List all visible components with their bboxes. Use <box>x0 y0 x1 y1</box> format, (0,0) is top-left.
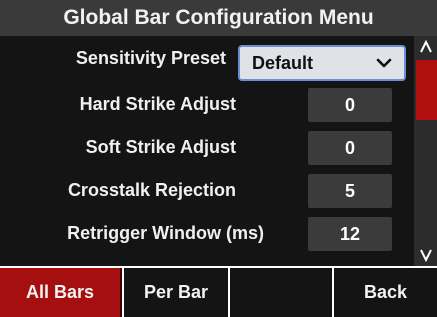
tab-per-bar[interactable]: Per Bar <box>124 268 228 317</box>
crosstalk-rejection-label: Crosstalk Rejection <box>67 179 236 200</box>
hard-strike-adjust-value[interactable]: 0 <box>308 88 392 122</box>
soft-strike-adjust-label: Soft Strike Adjust <box>85 136 236 157</box>
page-title: Global Bar Configuration Menu <box>0 0 437 36</box>
chevron-down-icon <box>419 249 432 262</box>
back-button[interactable]: Back <box>334 268 437 317</box>
retrigger-window-row: Retrigger Window (ms) 12 <box>0 213 414 253</box>
tab-all-bars[interactable]: All Bars <box>0 268 122 317</box>
scroll-down-button[interactable] <box>414 244 437 266</box>
sensitivity-preset-label: Sensitivity Preset <box>75 47 226 68</box>
tab-empty[interactable] <box>230 268 332 317</box>
crosstalk-rejection-row: Crosstalk Rejection 5 <box>0 170 414 210</box>
crosstalk-rejection-value[interactable]: 5 <box>308 174 392 208</box>
soft-strike-adjust-value[interactable]: 0 <box>308 131 392 165</box>
settings-panel: Sensitivity Preset Default Hard Strike A… <box>0 36 414 266</box>
chevron-down-icon <box>376 58 392 68</box>
chevron-up-icon <box>419 40 432 53</box>
sensitivity-preset-row: Sensitivity Preset Default <box>0 38 414 81</box>
sensitivity-preset-value: Default <box>252 52 314 73</box>
hard-strike-adjust-row: Hard Strike Adjust 0 <box>0 84 414 124</box>
soft-strike-adjust-row: Soft Strike Adjust 0 <box>0 127 414 167</box>
hard-strike-adjust-label: Hard Strike Adjust <box>79 93 236 114</box>
bottom-tab-bar: All Bars Per Bar Back <box>0 266 437 317</box>
sensitivity-preset-select[interactable]: Default <box>238 45 406 81</box>
retrigger-window-label: Retrigger Window (ms) <box>67 222 264 243</box>
scroll-up-button[interactable] <box>414 36 437 58</box>
retrigger-window-value[interactable]: 12 <box>308 217 392 251</box>
scrollbar[interactable] <box>414 36 437 266</box>
scroll-thumb[interactable] <box>416 60 437 120</box>
